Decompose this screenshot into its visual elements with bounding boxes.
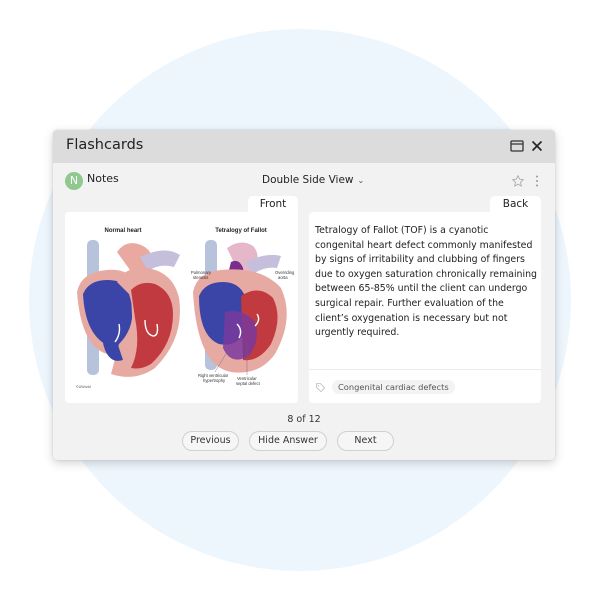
window-title: Flashcards	[66, 137, 144, 153]
avatar: N	[65, 172, 83, 190]
vertical-ellipsis-icon[interactable]	[534, 174, 540, 188]
tof-heart-drawing: Tetralogy of Fallot Pulmonary stenosis O…	[191, 228, 295, 386]
image-copyright: ©UWorld	[76, 385, 91, 389]
flashcards-window: Flashcards N Notes Double Side View ⌄ Fr…	[53, 130, 555, 460]
answer-text: Tetralogy of Fallot (TOF) is a cyanotic …	[315, 225, 538, 339]
title-bar: Flashcards	[53, 130, 555, 163]
card-front[interactable]: Normal heart Tetralogy of Fallot Pulmona…	[65, 212, 298, 403]
previous-button[interactable]: Previous	[182, 431, 239, 451]
star-outline-icon[interactable]	[511, 174, 525, 188]
normal-heart-drawing: Normal heart	[77, 228, 180, 377]
tab-back[interactable]: Back	[490, 196, 541, 213]
card-back[interactable]: Tetralogy of Fallot (TOF) is a cyanotic …	[309, 212, 541, 403]
tag-row: Congenital cardiac defects	[315, 380, 455, 394]
heart-illustration: Normal heart Tetralogy of Fallot Pulmona…	[65, 212, 298, 403]
normal-heart-title: Normal heart	[104, 228, 141, 234]
card-toolbar: N Notes Double Side View ⌄	[53, 163, 555, 193]
close-icon[interactable]	[529, 138, 545, 154]
label-vsd-2: septal defect	[236, 381, 261, 386]
view-mode-dropdown[interactable]: Double Side View ⌄	[262, 174, 364, 186]
tag-chip[interactable]: Congenital cardiac defects	[332, 380, 455, 394]
chevron-down-icon: ⌄	[357, 175, 365, 185]
tag-icon	[315, 382, 326, 393]
label-rv-hypertrophy-2: hypertrophy	[203, 378, 226, 383]
notes-label[interactable]: Notes	[87, 172, 119, 185]
view-mode-label: Double Side View	[262, 174, 354, 186]
window-maximize-icon[interactable]	[509, 138, 525, 154]
label-overriding-aorta-2: aorta	[278, 275, 288, 280]
tab-front[interactable]: Front	[248, 196, 298, 213]
label-pulmonary-stenosis-2: stenosis	[193, 275, 208, 280]
hide-answer-button[interactable]: Hide Answer	[249, 431, 327, 451]
card-counter: 8 of 12	[287, 414, 321, 425]
card-divider	[309, 369, 541, 370]
next-button[interactable]: Next	[337, 431, 394, 451]
tof-heart-title: Tetralogy of Fallot	[215, 228, 267, 234]
